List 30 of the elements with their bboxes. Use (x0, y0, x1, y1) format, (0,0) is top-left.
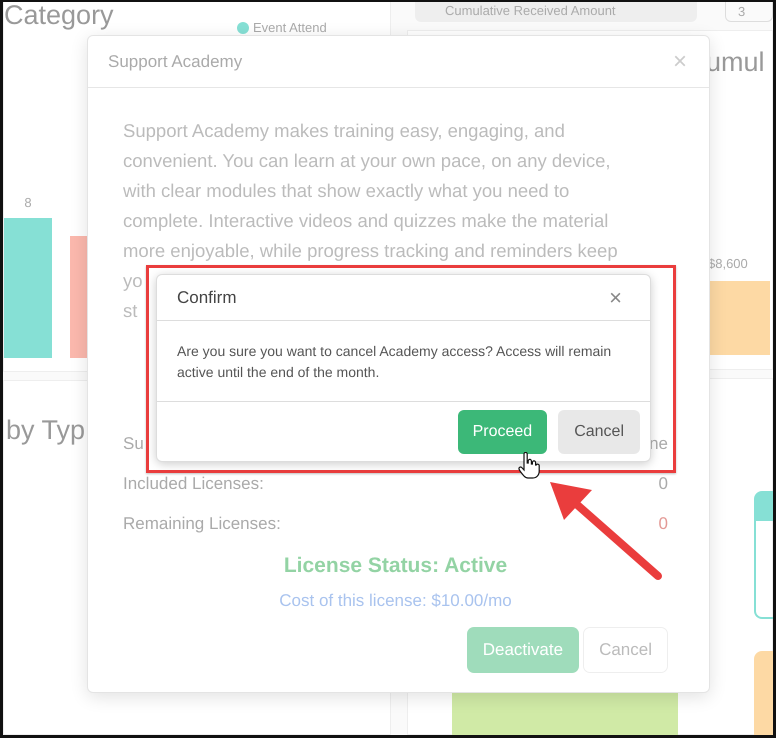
modal-title: Support Academy (108, 50, 242, 73)
field-label: Remaining Licenses: (123, 513, 281, 535)
dialog-title: Confirm (177, 286, 237, 309)
deactivate-button[interactable]: Deactivate (466, 627, 580, 672)
bar-value: $8,600 (708, 254, 749, 272)
close-button[interactable]: × (609, 286, 622, 308)
description-line: convenient. You can learn at your own pace, on any device, (123, 149, 612, 173)
description-line: with clear modules that show exactly what you need to (123, 179, 570, 203)
panel-heading: by Typ (5, 417, 86, 444)
dropdown[interactable]: 3 (725, 2, 773, 22)
description-line: yo (123, 269, 143, 293)
license-status: License Status: Active (282, 553, 508, 579)
dropdown[interactable]: Cumulative Received Amount (415, 2, 697, 22)
description-line: complete. Interactive videos and quizzes make the material (123, 209, 610, 233)
field-value: 0 (658, 513, 668, 535)
panel-heading: Category (4, 2, 114, 29)
legend-label: Event Attend (253, 19, 327, 37)
dialog-message: Are you sure you want to cancel Academy access? Access will remain active until the end of the month. (176, 342, 612, 382)
description-line: more enjoyable, while progress tracking and reminders keep (123, 239, 619, 263)
proceed-button[interactable]: Proceed (458, 410, 548, 454)
description-line: st (123, 299, 138, 323)
bar-value: 8 (24, 194, 32, 212)
field-label: Included Licenses: (123, 473, 264, 495)
field-value: 0 (658, 473, 668, 495)
close-button[interactable]: × (668, 50, 691, 74)
description-line: Support Academy makes training easy, engaging, and (123, 119, 566, 143)
field-label: Su (123, 433, 144, 455)
cancel-button[interactable]: Cancel (583, 627, 668, 672)
license-cost: Cost of this license: $10.00/mo (278, 590, 513, 612)
cancel-button[interactable]: Cancel (558, 410, 640, 454)
